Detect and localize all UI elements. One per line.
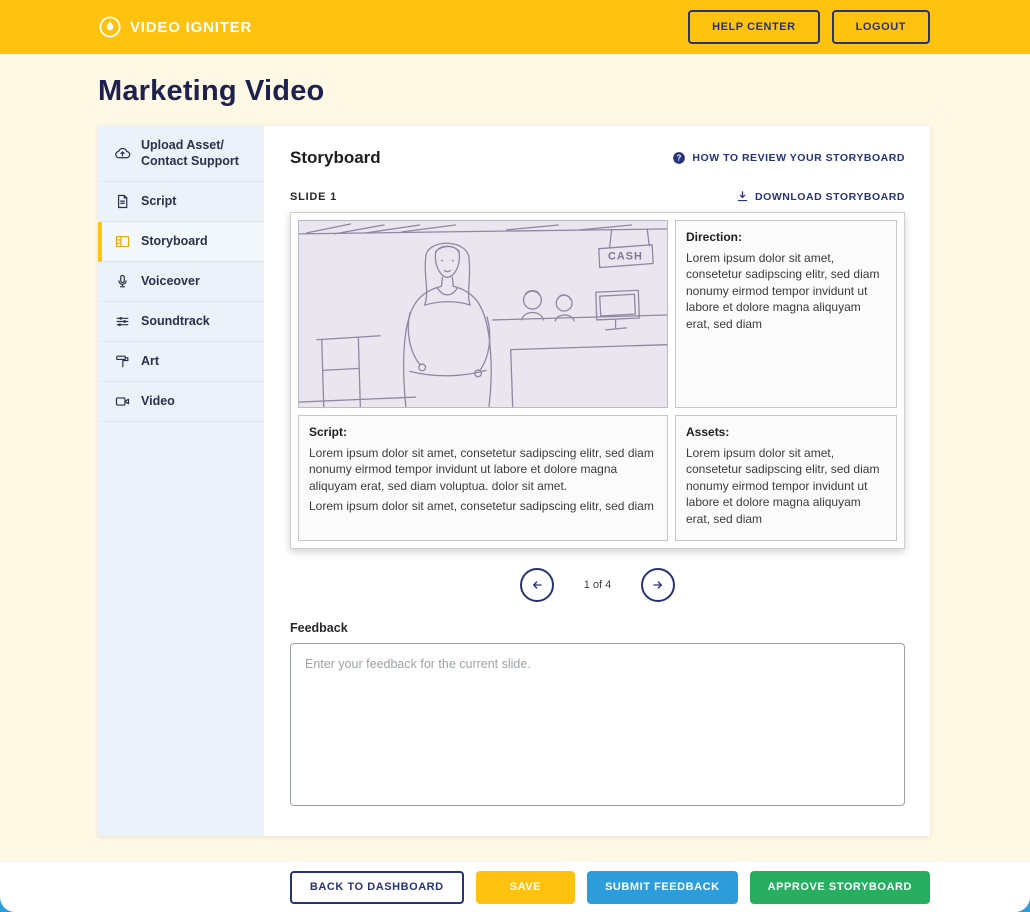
logo: VIDEO IGNITER [98, 15, 252, 39]
app-footer: BACK TO DASHBOARD SAVE SUBMIT FEEDBACK A… [0, 862, 1030, 912]
logout-button[interactable]: LOGOUT [832, 10, 930, 44]
submit-feedback-button[interactable]: SUBMIT FEEDBACK [587, 871, 738, 904]
sidebar-item-soundtrack[interactable]: Soundtrack [98, 302, 264, 342]
feedback-textarea[interactable] [290, 643, 905, 806]
page-title: Marketing Video [98, 75, 930, 108]
storyboard-icon [114, 233, 131, 250]
script-text-2: Lorem ipsum dolor sit amet, consetetur s… [309, 498, 657, 515]
sidebar-item-label: Voiceover [141, 273, 200, 289]
video-camera-icon [114, 393, 131, 410]
sidebar-item-script[interactable]: Script [98, 182, 264, 222]
slide-counter: 1 of 4 [584, 579, 612, 591]
sidebar-item-upload-asset[interactable]: Upload Asset/ Contact Support [98, 126, 264, 182]
approve-storyboard-button[interactable]: APPROVE STORYBOARD [750, 871, 930, 904]
main-card: Upload Asset/ Contact Support Script [98, 126, 930, 836]
storyboard-heading: Storyboard [290, 148, 381, 168]
footer-action-bar: BACK TO DASHBOARD SAVE SUBMIT FEEDBACK A… [0, 862, 1030, 912]
direction-title: Direction: [686, 229, 886, 246]
svg-text:?: ? [677, 154, 682, 163]
sidebar-item-voiceover[interactable]: Voiceover [98, 262, 264, 302]
art-icon [114, 353, 131, 370]
main-area: Marketing Video Upload Asset/ Contact Su… [0, 54, 1030, 862]
assets-box: Assets: Lorem ipsum dolor sit amet, cons… [675, 415, 897, 541]
help-center-button[interactable]: HELP CENTER [688, 10, 819, 44]
direction-box: Direction: Lorem ipsum dolor sit amet, c… [675, 220, 897, 408]
sidebar-item-label: Upload Asset/ Contact Support [141, 137, 256, 170]
flame-logo-icon [98, 15, 122, 39]
direction-text: Lorem ipsum dolor sit amet, consetetur s… [686, 250, 886, 333]
sidebar-item-label: Soundtrack [141, 313, 210, 329]
sidebar-item-storyboard[interactable]: Storyboard [98, 222, 264, 262]
feedback-label: Feedback [290, 621, 905, 635]
sidebar-item-label: Art [141, 353, 159, 369]
header-actions: HELP CENTER LOGOUT [688, 10, 930, 44]
app-header: VIDEO IGNITER HELP CENTER LOGOUT [0, 0, 1030, 54]
script-text-1: Lorem ipsum dolor sit amet, consetetur s… [309, 445, 657, 495]
how-to-review-link[interactable]: ? HOW TO REVIEW YOUR STORYBOARD [672, 151, 905, 165]
sidebar-item-label: Script [141, 193, 176, 209]
how-to-review-label: HOW TO REVIEW YOUR STORYBOARD [692, 152, 905, 164]
slide-label: SLIDE 1 [290, 191, 337, 203]
script-box: Script: Lorem ipsum dolor sit amet, cons… [298, 415, 668, 541]
sidebar-item-label: Video [141, 393, 175, 409]
sidebar-item-video[interactable]: Video [98, 382, 264, 422]
previous-slide-button[interactable] [520, 568, 554, 602]
download-storyboard-label: DOWNLOAD STORYBOARD [755, 191, 905, 203]
logo-text: VIDEO IGNITER [130, 19, 252, 36]
microphone-icon [114, 273, 131, 290]
download-storyboard-link[interactable]: DOWNLOAD STORYBOARD [736, 190, 905, 203]
assets-text: Lorem ipsum dolor sit amet, consetetur s… [686, 445, 886, 528]
next-slide-button[interactable] [641, 568, 675, 602]
cloud-upload-icon [114, 145, 131, 162]
script-title: Script: [309, 424, 657, 441]
download-icon [736, 190, 749, 203]
arrow-left-icon [529, 577, 545, 593]
storyboard-panel: CASH Direction: Lorem ipsum dolor sit am… [290, 212, 905, 549]
assets-title: Assets: [686, 424, 886, 441]
sidebar-item-label: Storyboard [141, 233, 208, 249]
storyboard-sketch: CASH [298, 220, 668, 408]
save-button[interactable]: SAVE [476, 871, 575, 904]
script-icon [114, 193, 131, 210]
sketch-cash-sign: CASH [608, 251, 643, 263]
slide-pagination: 1 of 4 [290, 568, 905, 602]
sidebar: Upload Asset/ Contact Support Script [98, 126, 264, 836]
back-to-dashboard-button[interactable]: BACK TO DASHBOARD [290, 871, 464, 904]
storyboard-content: Storyboard ? HOW TO REVIEW YOUR STORYBOA… [264, 126, 930, 836]
arrow-right-icon [650, 577, 666, 593]
question-circle-icon: ? [672, 151, 686, 165]
sidebar-item-art[interactable]: Art [98, 342, 264, 382]
soundtrack-icon [114, 313, 131, 330]
